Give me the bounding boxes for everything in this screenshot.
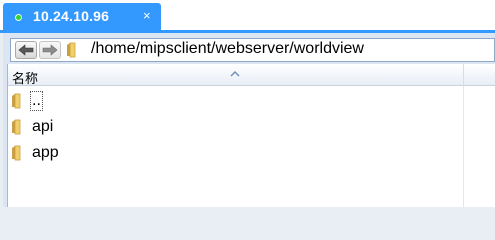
back-button[interactable]: [15, 41, 37, 59]
back-arrow-icon: [18, 44, 34, 56]
column-separator[interactable]: [463, 64, 464, 86]
tab-connection[interactable]: 10.24.10.96 ×: [3, 3, 161, 30]
folder-icon: [66, 42, 83, 58]
list-header: 名称: [8, 64, 495, 86]
tab-strip: 10.24.10.96 ×: [0, 0, 495, 30]
list-item-name: app: [32, 144, 59, 161]
connection-status-icon: [15, 14, 22, 21]
sort-ascending-icon: [230, 64, 240, 82]
list-item[interactable]: app: [11, 142, 311, 164]
forward-arrow-icon: [42, 44, 58, 56]
list-item-name: api: [32, 118, 54, 135]
address-bar: /home/mipsclient/webserver/worldview: [10, 38, 495, 62]
folder-icon: [11, 145, 27, 161]
folder-icon: [11, 93, 27, 109]
list-item[interactable]: api: [11, 116, 311, 138]
tab-title: 10.24.10.96: [33, 8, 110, 24]
column-header-name[interactable]: 名称: [12, 68, 38, 87]
list-item-name: ..: [30, 91, 43, 111]
list-item[interactable]: ..: [11, 90, 311, 112]
path-field[interactable]: /home/mipsclient/webserver/worldview: [91, 40, 364, 58]
folder-icon: [11, 119, 27, 135]
column-divider: [463, 86, 464, 207]
forward-button[interactable]: [39, 41, 61, 59]
file-list: 名称 .. api app: [7, 64, 495, 207]
tab-close-button[interactable]: ×: [143, 9, 151, 23]
